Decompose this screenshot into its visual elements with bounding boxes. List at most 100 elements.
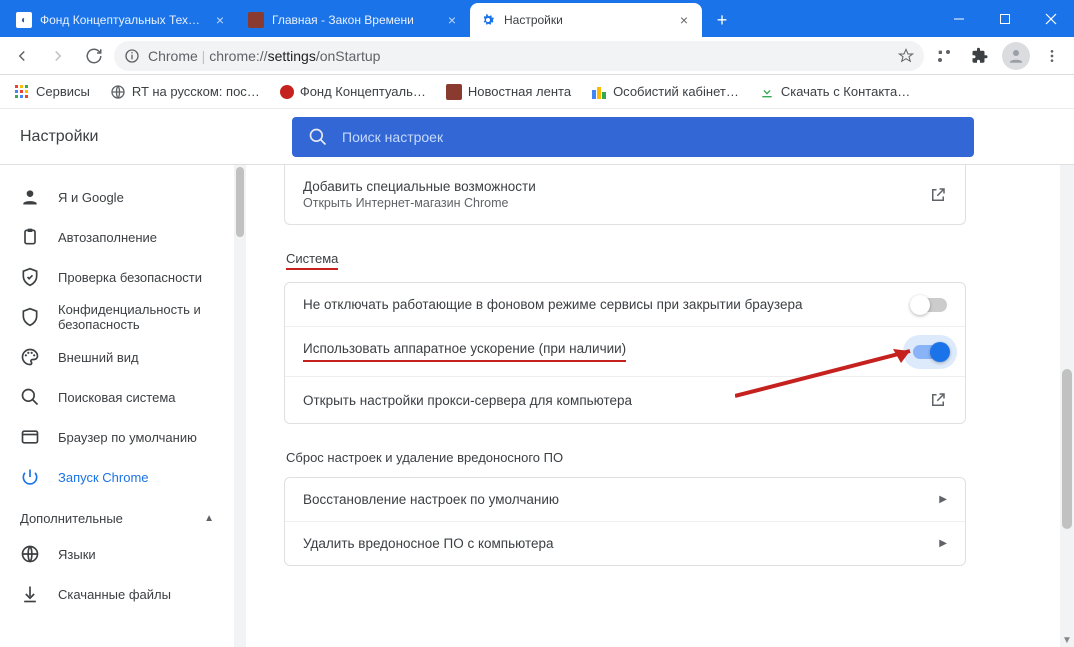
system-card: Не отключать работающие в фоновом режиме… xyxy=(284,282,966,424)
system-row-hardware-accel[interactable]: Использовать аппаратное ускорение (при н… xyxy=(285,326,965,376)
scroll-down-icon[interactable]: ▼ xyxy=(1060,633,1074,647)
toggle-background-services[interactable] xyxy=(913,298,947,312)
sidebar-item-power[interactable]: Запуск Chrome xyxy=(0,457,234,497)
row-label: Не отключать работающие в фоновом режиме… xyxy=(303,297,802,312)
window-controls xyxy=(936,0,1074,37)
browser-icon xyxy=(20,427,40,447)
bookmark-star-icon[interactable] xyxy=(898,48,914,64)
bookmark-item[interactable]: Фонд Концептуаль… xyxy=(272,80,434,103)
reset-card: Восстановление настроек по умолчанию ▶ У… xyxy=(284,477,966,566)
settings-body: Я и Google Автозаполнение Проверка безопас… xyxy=(0,165,1074,647)
bars-icon xyxy=(591,84,607,100)
bookmark-label: Скачать с Контакта… xyxy=(781,84,910,99)
sidebar-advanced-toggle[interactable]: Дополнительные▲ xyxy=(0,497,234,534)
scrollbar-thumb[interactable] xyxy=(1062,369,1072,529)
extensions-puzzle-icon[interactable] xyxy=(964,40,996,72)
system-row-background-services[interactable]: Не отключать работающие в фоновом режиме… xyxy=(285,283,965,326)
new-tab-button[interactable]: + xyxy=(708,6,736,34)
accessibility-row[interactable]: Добавить специальные возможности Открыть… xyxy=(285,165,965,224)
reset-row-restore[interactable]: Восстановление настроек по умолчанию ▶ xyxy=(285,478,965,521)
row-title: Добавить специальные возможности xyxy=(303,179,536,194)
sidebar-item-shield[interactable]: Конфиденциальность и безопасность xyxy=(0,297,234,337)
search-input[interactable] xyxy=(342,129,958,145)
apps-grid-icon xyxy=(14,84,30,100)
bookmark-item[interactable]: Скачать с Контакта… xyxy=(751,80,918,104)
bookmark-label: Новостная лента xyxy=(468,84,571,99)
square-icon xyxy=(446,84,462,100)
browser-tab-0[interactable]: ◐ Фонд Концептуальных Техноло × xyxy=(6,3,238,37)
settings-header: Настройки xyxy=(0,109,1074,165)
address-text: Chrome | chrome://settings/onStartup xyxy=(148,48,890,64)
system-section-label: Система xyxy=(286,251,338,270)
search-icon xyxy=(308,127,328,147)
browser-toolbar: Chrome | chrome://settings/onStartup xyxy=(0,37,1074,75)
reset-row-cleanup[interactable]: Удалить вредоносное ПО с компьютера ▶ xyxy=(285,521,965,565)
settings-content: Добавить специальные возможности Открыть… xyxy=(246,165,1074,647)
page-title: Настройки xyxy=(0,128,254,146)
address-bar[interactable]: Chrome | chrome://settings/onStartup xyxy=(114,41,924,71)
toggle-hardware-accel[interactable] xyxy=(913,345,947,359)
chevron-right-icon: ▶ xyxy=(939,538,947,549)
shield-check-icon xyxy=(20,267,40,287)
row-label: Открыть настройки прокси-сервера для ком… xyxy=(303,393,632,408)
sidebar-item-palette[interactable]: Внешний вид xyxy=(0,337,234,377)
gear-icon xyxy=(480,12,496,28)
system-row-proxy[interactable]: Открыть настройки прокси-сервера для ком… xyxy=(285,376,965,423)
site-info-icon[interactable] xyxy=(124,48,140,64)
bookmark-label: Фонд Концептуаль… xyxy=(300,84,426,99)
clipboard-icon xyxy=(20,227,40,247)
back-button[interactable] xyxy=(6,40,38,72)
minimize-button[interactable] xyxy=(936,0,982,37)
tab-title: Фонд Концептуальных Техноло xyxy=(40,13,204,27)
window-titlebar: ◐ Фонд Концептуальных Техноло × Главная … xyxy=(0,0,1074,37)
reset-section-label: Сброс настроек и удаление вредоносного П… xyxy=(286,450,966,465)
sidebar-item-shield-check[interactable]: Проверка безопасности xyxy=(0,257,234,297)
browser-tab-2[interactable]: Настройки × xyxy=(470,3,702,37)
globe-icon xyxy=(20,544,40,564)
extension-icon[interactable] xyxy=(928,40,960,72)
sidebar-item-label: Языки xyxy=(58,547,96,562)
content-scrollbar[interactable]: ▲ ▼ xyxy=(1060,165,1074,647)
chevron-right-icon: ▶ xyxy=(939,494,947,505)
browser-menu-button[interactable] xyxy=(1036,40,1068,72)
close-icon[interactable]: × xyxy=(676,12,692,28)
row-label: Восстановление настроек по умолчанию xyxy=(303,492,559,507)
row-label: Использовать аппаратное ускорение (при н… xyxy=(303,341,626,362)
reload-button[interactable] xyxy=(78,40,110,72)
sidebar-item-browser[interactable]: Браузер по умолчанию xyxy=(0,417,234,457)
tab-title: Главная - Закон Времени xyxy=(272,13,436,27)
sidebar-item-label: Браузер по умолчанию xyxy=(58,430,197,445)
bookmark-item[interactable]: Новостная лента xyxy=(438,80,579,104)
bookmark-apps[interactable]: Сервисы xyxy=(6,80,98,104)
sidebar-scrollbar[interactable] xyxy=(234,165,246,647)
forward-button[interactable] xyxy=(42,40,74,72)
bookmark-item[interactable]: RT на русском: пос… xyxy=(102,80,268,104)
sidebar-item-globe[interactable]: Языки xyxy=(0,534,234,574)
sidebar-item-search[interactable]: Поисковая система xyxy=(0,377,234,417)
close-window-button[interactable] xyxy=(1028,0,1074,37)
close-icon[interactable]: × xyxy=(212,12,228,28)
chevron-up-icon: ▲ xyxy=(204,513,214,524)
sidebar-item-label: Скачанные файлы xyxy=(58,587,171,602)
external-link-icon xyxy=(929,391,947,409)
sidebar-item-label: Поисковая система xyxy=(58,390,176,405)
sidebar-item-label: Автозаполнение xyxy=(58,230,157,245)
sidebar-item-clipboard[interactable]: Автозаполнение xyxy=(0,217,234,257)
search-icon xyxy=(20,387,40,407)
bookmark-bar: Сервисы RT на русском: пос… Фонд Концепт… xyxy=(0,75,1074,109)
download-icon xyxy=(20,584,40,604)
tab-title: Настройки xyxy=(504,13,668,27)
bookmark-label: RT на русском: пос… xyxy=(132,84,260,99)
dot-icon xyxy=(280,85,294,99)
browser-tab-1[interactable]: Главная - Закон Времени × xyxy=(238,3,470,37)
sidebar-item-download[interactable]: Скачанные файлы xyxy=(0,574,234,614)
maximize-button[interactable] xyxy=(982,0,1028,37)
settings-search[interactable] xyxy=(292,117,974,157)
row-label: Удалить вредоносное ПО с компьютера xyxy=(303,536,554,551)
close-icon[interactable]: × xyxy=(444,12,460,28)
bookmark-item[interactable]: Особистий кабінет… xyxy=(583,80,747,104)
external-link-icon xyxy=(929,186,947,204)
profile-avatar[interactable] xyxy=(1000,40,1032,72)
sidebar-item-person[interactable]: Я и Google xyxy=(0,177,234,217)
tab-strip: ◐ Фонд Концептуальных Техноло × Главная … xyxy=(0,0,936,37)
